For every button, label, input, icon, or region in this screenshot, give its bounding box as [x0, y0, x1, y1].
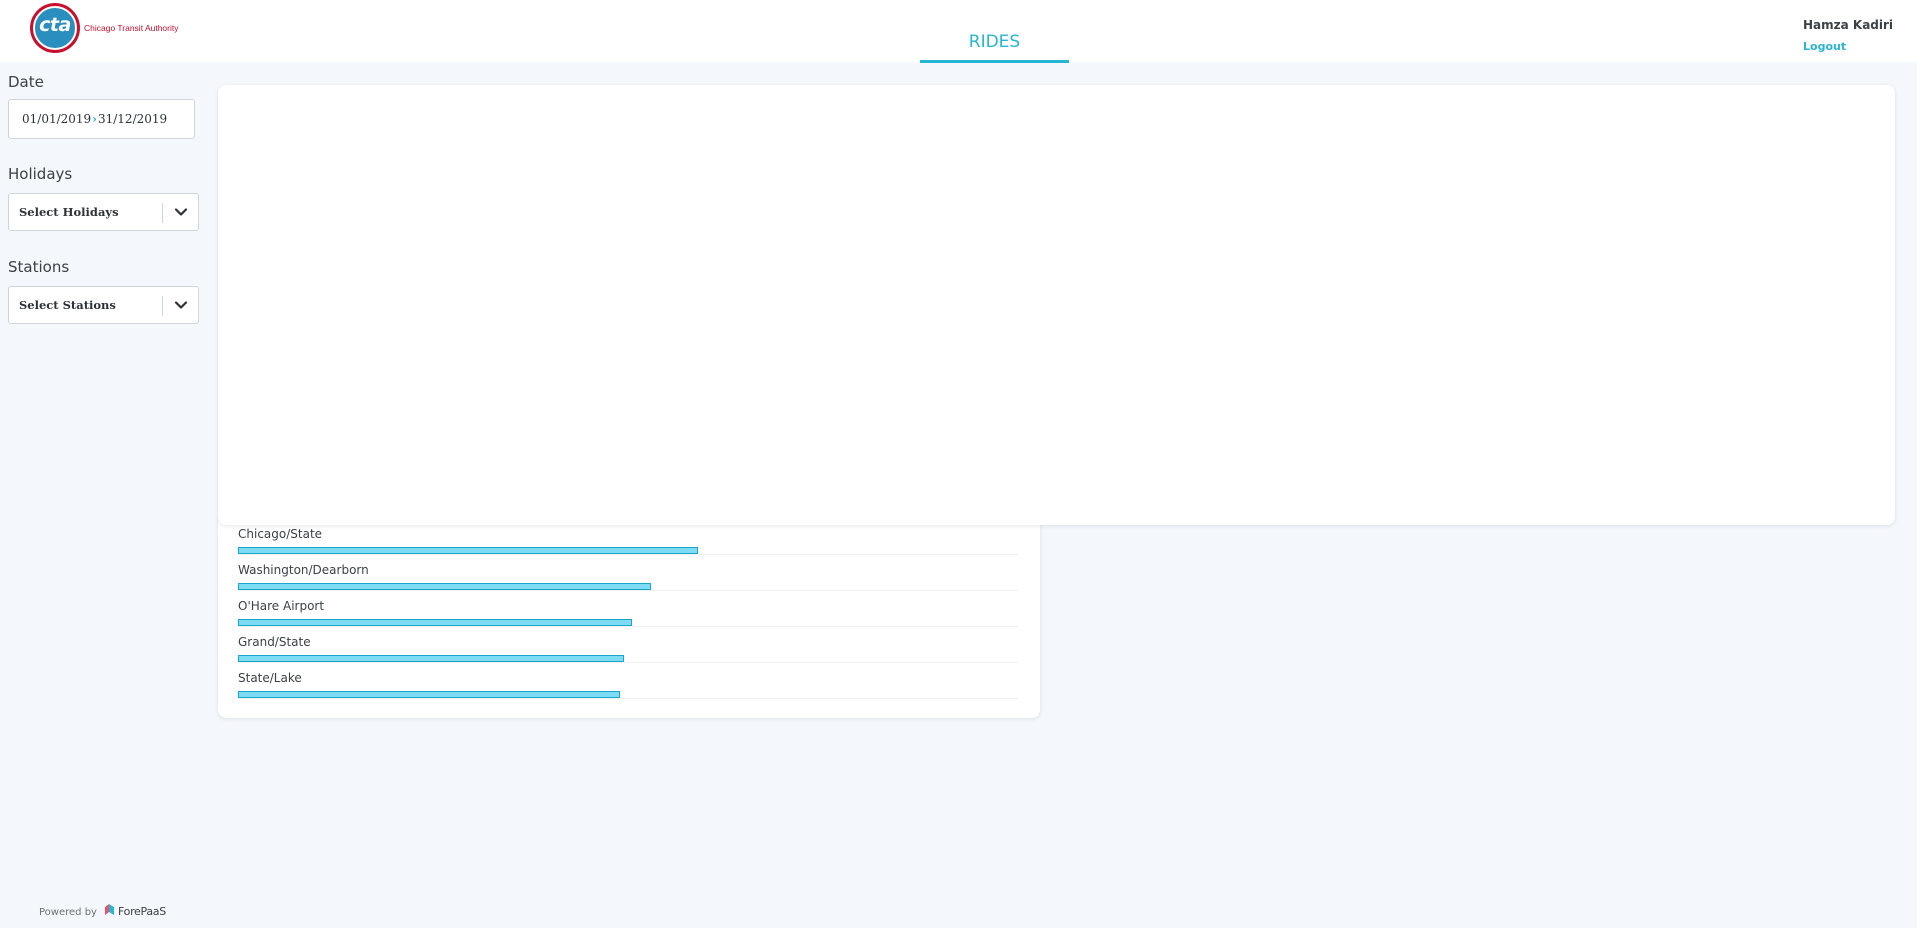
bar-row[interactable]: Chicago/State [238, 527, 1018, 563]
top-stations-card: Chicago/State Washington/Dearborn O'Hare A… [218, 515, 1040, 718]
bar-row[interactable]: Washington/Dearborn [238, 563, 1018, 599]
holidays-select[interactable]: Select Holidays [8, 193, 199, 231]
header: cta Chicago Transit Authority RIDES Hamz… [0, 0, 1917, 63]
bar[interactable] [238, 619, 632, 626]
bar-row[interactable]: O'Hare Airport [238, 599, 1018, 635]
logo-badge: cta [30, 3, 80, 53]
stations-select[interactable]: Select Stations [8, 286, 199, 324]
bar[interactable] [238, 547, 698, 554]
chevron-down-icon[interactable] [173, 204, 189, 220]
chevron-right-icon: › [92, 112, 97, 126]
bar-label: State/Lake [238, 671, 302, 685]
bar-track [238, 590, 1018, 591]
logo-caption: Chicago Transit Authority [84, 23, 179, 33]
bar-track [238, 698, 1018, 699]
bar[interactable] [238, 655, 624, 662]
forepaas-logo-icon [105, 904, 114, 915]
tab-rides[interactable]: RIDES [920, 30, 1069, 63]
select-divider [162, 296, 163, 316]
holidays-label: Holidays [8, 165, 73, 183]
powered-by-label: Powered by [39, 907, 97, 918]
bar-label: Grand/State [238, 635, 311, 649]
chevron-down-icon[interactable] [173, 297, 189, 313]
bar-track [238, 554, 1018, 555]
main-chart-card [218, 85, 1895, 525]
bar-label: Washington/Dearborn [238, 563, 369, 577]
forepaas-brand: ForePaaS [118, 905, 166, 918]
date-range-picker[interactable]: 01/01/2019›31/12/2019 [8, 99, 195, 139]
bar[interactable] [238, 583, 651, 590]
logout-link[interactable]: Logout [1803, 40, 1846, 53]
bar-track [238, 626, 1018, 627]
bar-row[interactable]: State/Lake [238, 671, 1018, 707]
date-end: 31/12/2019 [97, 112, 168, 126]
bar-row[interactable]: Grand/State [238, 635, 1018, 671]
user-name: Hamza Kadiri [1803, 18, 1894, 32]
bar[interactable] [238, 691, 620, 698]
bar-label: Chicago/State [238, 527, 323, 541]
bar-track [238, 662, 1018, 663]
cta-logo[interactable]: cta Chicago Transit Authority [30, 3, 190, 55]
select-divider [162, 203, 163, 223]
logo-text: cta [39, 14, 71, 36]
stations-select-value: Select Stations [19, 298, 116, 312]
date-start: 01/01/2019 [22, 112, 92, 126]
bar-label: O'Hare Airport [238, 599, 325, 613]
stations-label: Stations [8, 258, 70, 276]
holidays-select-value: Select Holidays [19, 205, 119, 219]
date-label: Date [8, 73, 44, 91]
